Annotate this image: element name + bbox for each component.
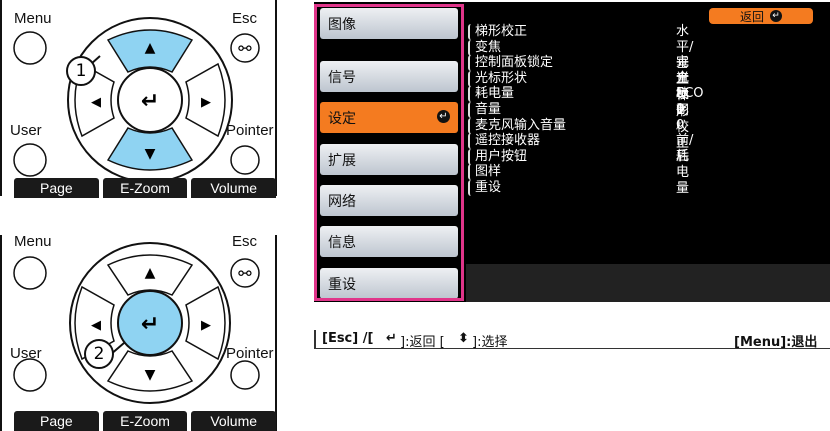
back-button[interactable]: 返回 ↵: [709, 8, 813, 24]
submenu-item-label[interactable]: 控制面板锁定: [468, 55, 553, 72]
remote-panel-bottom: ⚯ ▲ ▼ ◀ ▶ ↵ Menu Esc User Pointer 2 Page…: [0, 215, 278, 431]
svg-text:▶: ▶: [201, 318, 211, 333]
submenu-item-value: 耗电量: [676, 148, 690, 196]
submenu-item-label[interactable]: 用户按钮: [468, 148, 527, 165]
svg-text:▶: ▶: [201, 95, 211, 110]
e-zoom-button[interactable]: E-Zoom: [102, 411, 188, 431]
hint-bar: [Esc] /[ ↵ ]:返回 [ ⬍ ]:选择 [Menu]:退出: [314, 330, 830, 350]
step-number-badge: 2: [84, 339, 114, 369]
menu-button[interactable]: [13, 256, 47, 290]
pointer-label: Pointer: [226, 345, 274, 362]
esc-label: Esc: [232, 233, 258, 250]
step-number-badge: 1: [66, 56, 96, 86]
hint-exit: [Menu]:退出: [734, 335, 818, 350]
svg-text:▼: ▼: [145, 146, 156, 162]
esc-label: Esc: [232, 10, 258, 27]
svg-text:▼: ▼: [145, 367, 156, 383]
hint-select: ]:选择: [472, 335, 508, 350]
enter-icon: ↵: [386, 331, 397, 346]
user-button[interactable]: [13, 143, 47, 177]
submenu-item-value: 0: [676, 102, 685, 117]
remote-panel-top: ⚯ ▲ ▼ ◀ ▶ ↵ Menu Esc User Pointer 1 Page…: [0, 0, 278, 216]
pointer-button[interactable]: [230, 360, 260, 390]
submenu-item-label[interactable]: 图样: [468, 164, 501, 181]
submenu-item-label[interactable]: 重设: [468, 180, 501, 196]
user-label: User: [10, 122, 42, 139]
user-label: User: [10, 345, 42, 362]
submenu-item-label[interactable]: 音量: [468, 102, 501, 118]
submenu-item-label[interactable]: 麦克风输入音量: [468, 117, 566, 134]
enter-icon: ↵: [770, 10, 782, 22]
svg-text:◀: ◀: [91, 318, 101, 333]
svg-text:▲: ▲: [145, 265, 156, 281]
page-button[interactable]: Page: [14, 411, 99, 431]
submenu-item-value: 0: [676, 117, 685, 133]
svg-text:↵: ↵: [141, 89, 159, 114]
volume-button[interactable]: Volume: [191, 178, 277, 198]
page-button[interactable]: Page: [14, 178, 99, 198]
remote-button-bar: Page E-Zoom Volume: [14, 411, 277, 431]
hint-back: ]:返回 [: [400, 335, 445, 350]
submenu-footer: [466, 264, 830, 302]
svg-text:⚯: ⚯: [238, 264, 252, 283]
submenu-item-label[interactable]: 变焦: [468, 39, 501, 56]
volume-button[interactable]: Volume: [191, 411, 277, 431]
back-label: 返回: [739, 9, 764, 24]
hint-esc: [Esc] /[: [322, 331, 374, 346]
menu-highlight-frame: [314, 4, 464, 301]
submenu-item-value: ECO: [676, 86, 704, 102]
svg-text:◀: ◀: [91, 95, 101, 110]
pointer-button[interactable]: [230, 145, 260, 175]
menu-label: Menu: [14, 10, 52, 27]
svg-text:⚯: ⚯: [238, 39, 252, 58]
menu-button[interactable]: [13, 31, 47, 65]
menu-label: Menu: [14, 233, 52, 250]
submenu-item-label[interactable]: 梯形校正: [468, 24, 527, 40]
e-zoom-button[interactable]: E-Zoom: [102, 178, 188, 198]
submenu-item-label[interactable]: 遥控接收器: [468, 133, 540, 150]
svg-text:▲: ▲: [145, 40, 156, 56]
user-button[interactable]: [13, 358, 47, 392]
up-down-icon: ⬍: [458, 331, 469, 346]
submenu-item-label[interactable]: 光标形状: [468, 70, 527, 87]
remote-button-bar: Page E-Zoom Volume: [14, 178, 277, 198]
pointer-label: Pointer: [226, 122, 274, 139]
submenu-item-label[interactable]: 耗电量: [468, 86, 514, 103]
svg-text:↵: ↵: [141, 312, 159, 337]
